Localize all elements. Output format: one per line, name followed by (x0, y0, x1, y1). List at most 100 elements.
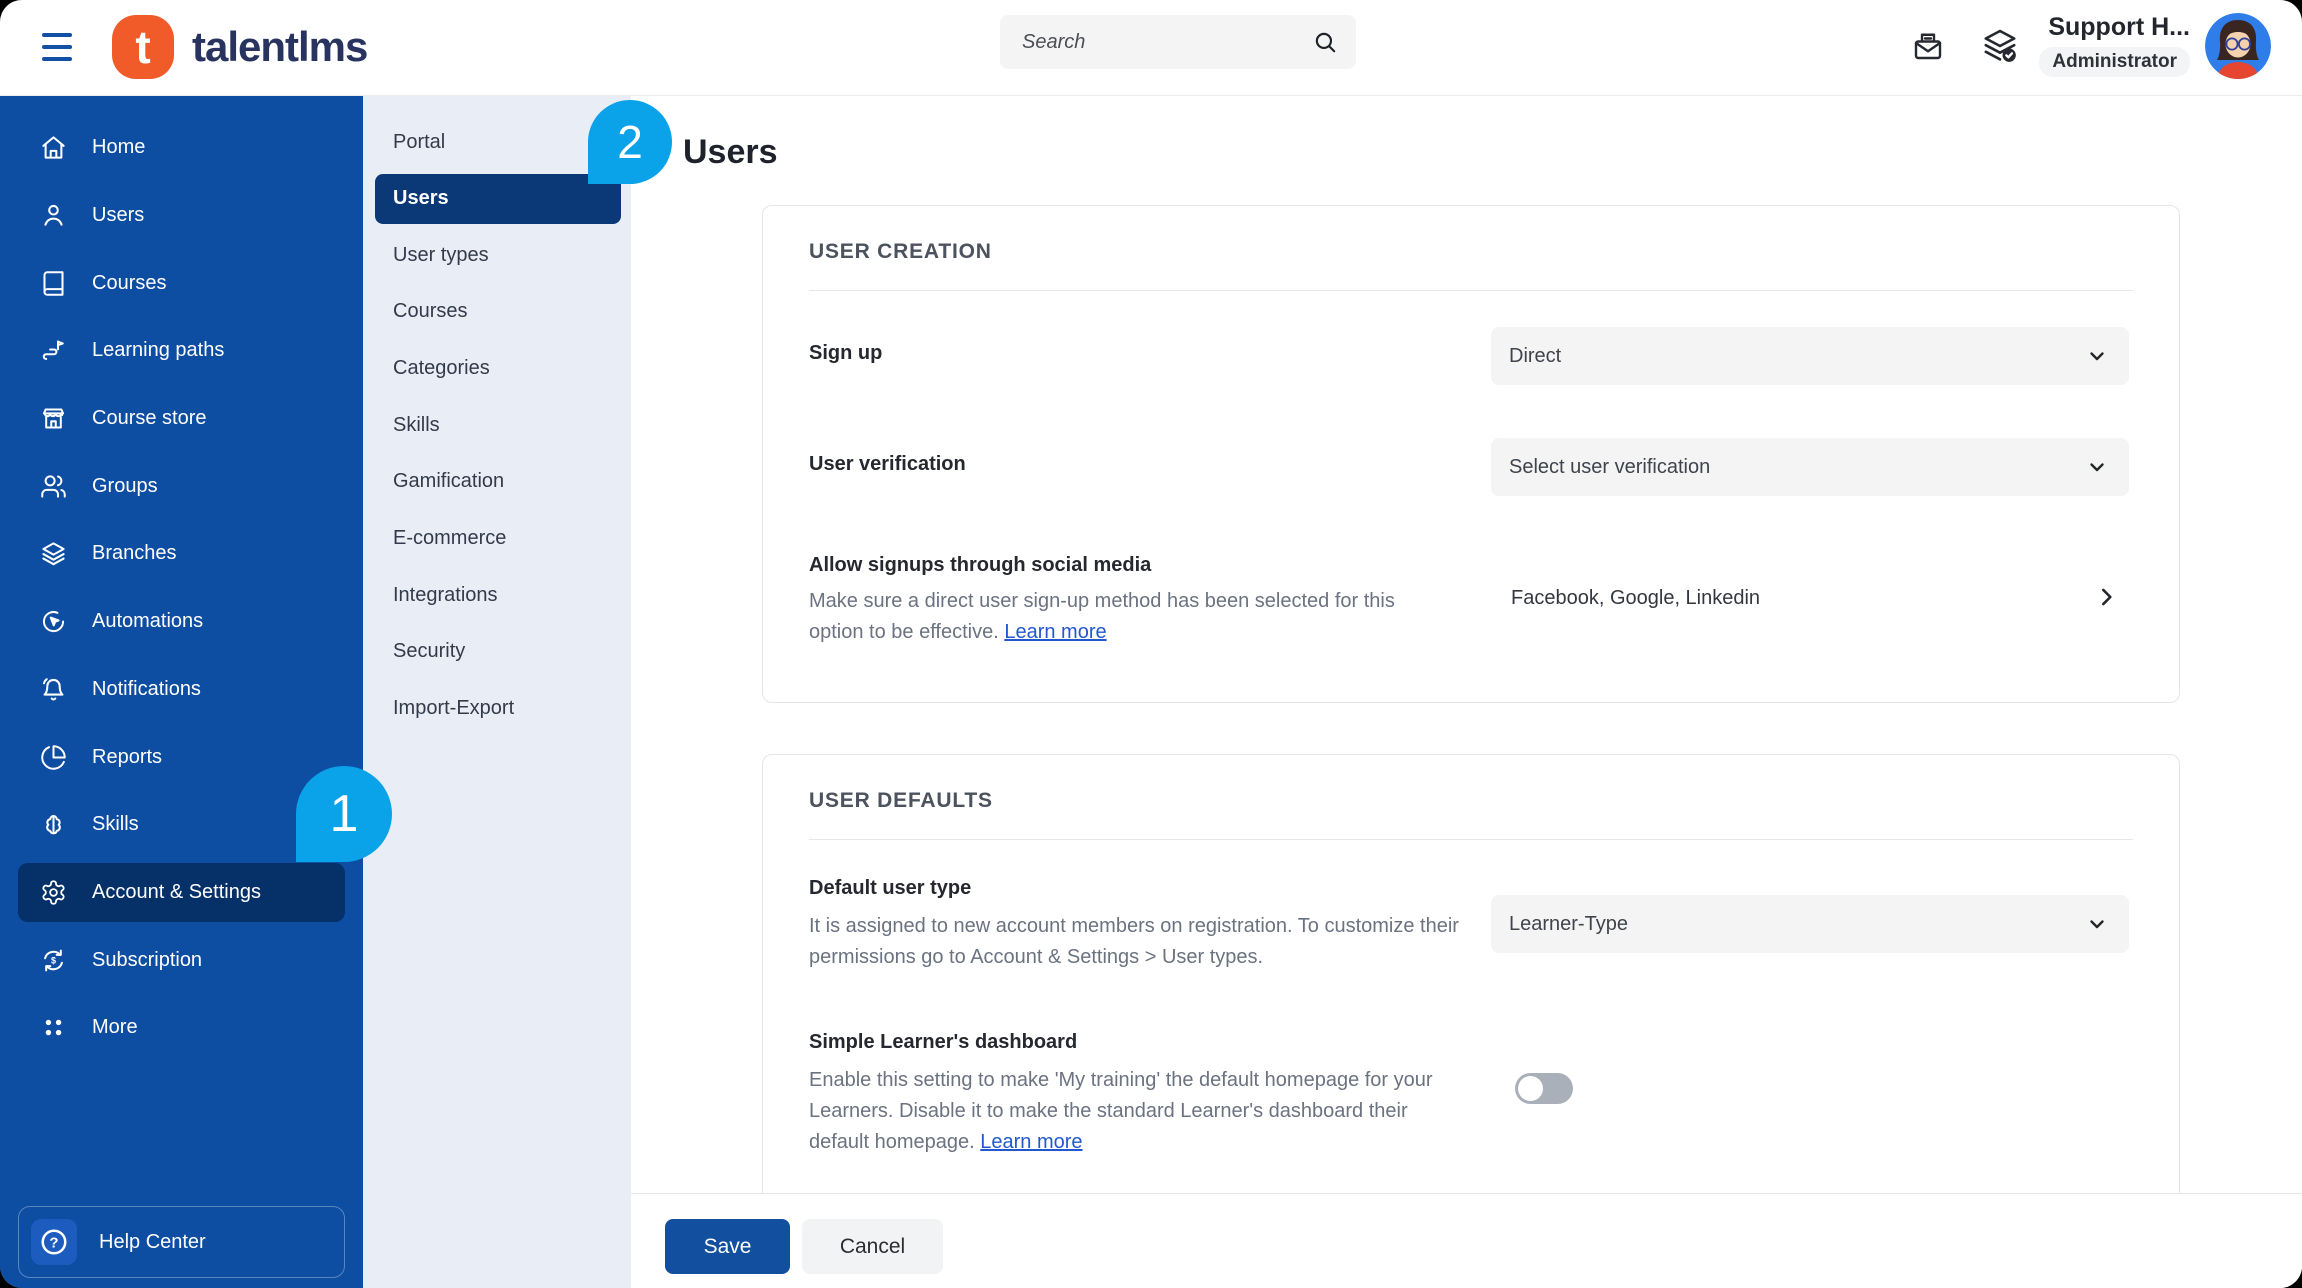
sidebar-item-label: Branches (92, 542, 177, 565)
sidebar-item-label: Account & Settings (92, 880, 261, 903)
divider (809, 839, 2133, 840)
sidebar-item-automations[interactable]: Automations (0, 588, 363, 656)
search-icon[interactable] (1312, 29, 1338, 55)
user-verification-select[interactable]: Select user verification (1491, 438, 2129, 496)
sign-up-select[interactable]: Direct (1491, 327, 2129, 385)
sidebar-item-course-store[interactable]: Course store (0, 385, 363, 453)
chevron-down-icon (2085, 455, 2109, 479)
sidebar: Home Users Courses Learning paths Course… (0, 95, 363, 1288)
user-verification-selected-value: Select user verification (1509, 455, 1711, 478)
sidebar-item-courses[interactable]: Courses (0, 249, 363, 317)
section-heading: USER CREATION (809, 240, 992, 263)
sidebar-item-groups[interactable]: Groups (0, 452, 363, 520)
default-user-type-selected-value: Learner-Type (1509, 912, 1628, 935)
automation-icon (40, 608, 67, 635)
sidebar-item-label: Reports (92, 745, 163, 768)
sidebar-item-learning-paths[interactable]: Learning paths (0, 317, 363, 385)
user-role-badge: Administrator (2039, 47, 2190, 77)
user-menu[interactable]: Support H... Administrator (2039, 13, 2190, 77)
course-catalog-icon[interactable] (1980, 26, 2020, 66)
simple-dashboard-label: Simple Learner's dashboard (809, 1031, 1078, 1053)
chevron-down-icon (2085, 344, 2109, 368)
store-icon (40, 405, 67, 432)
cancel-button[interactable]: Cancel (802, 1219, 943, 1274)
user-name: Support H... (2048, 13, 2190, 41)
page-title: Users (683, 133, 778, 171)
social-providers-value: Facebook, Google, Linkedin (1511, 587, 1761, 609)
learning-path-icon (40, 337, 67, 364)
gear-icon (40, 879, 67, 906)
sidebar-item-label: Learning paths (92, 339, 225, 362)
default-user-type-description: It is assigned to new account members on… (809, 915, 1459, 968)
talentlms-logo-icon: t (112, 15, 174, 79)
app-window: t talentlms Support H... Administrator H… (0, 0, 2302, 1288)
home-icon (40, 134, 67, 161)
bell-icon (40, 676, 67, 703)
subnav-item-import-export[interactable]: Import-Export (363, 680, 631, 737)
search-box (1000, 15, 1356, 69)
step-callout-1: 1 (296, 766, 392, 862)
search-input[interactable] (1020, 29, 1312, 55)
help-center-label: Help Center (99, 1230, 206, 1253)
user-verification-label: User verification (809, 453, 966, 475)
pie-chart-icon (40, 744, 67, 771)
messages-icon[interactable] (1910, 28, 1946, 64)
subnav-item-gamification[interactable]: Gamification (363, 453, 631, 510)
subnav-item-users[interactable]: Users (375, 173, 621, 224)
groups-icon (40, 473, 67, 500)
sidebar-item-account-settings[interactable]: Account & Settings (18, 862, 345, 922)
sign-up-label: Sign up (809, 342, 883, 364)
description-text: Enable this setting to make 'My training… (809, 1069, 1433, 1153)
subnav-item-ecommerce[interactable]: E-commerce (363, 510, 631, 567)
sign-up-selected-value: Direct (1509, 344, 1562, 367)
subnav-item-integrations[interactable]: Integrations (363, 567, 631, 624)
default-user-type-label: Default user type (809, 877, 972, 899)
svg-text:$: $ (51, 955, 56, 965)
learn-more-link[interactable]: Learn more (980, 1131, 1082, 1153)
sidebar-item-label: Notifications (92, 677, 201, 700)
sidebar-item-label: Users (92, 204, 145, 227)
subnav-item-user-types[interactable]: User types (363, 227, 631, 284)
simple-dashboard-toggle[interactable] (1515, 1073, 1573, 1104)
chevron-down-icon (2085, 912, 2109, 936)
chevron-right-icon[interactable] (2093, 584, 2119, 610)
svg-text:?: ? (49, 1235, 58, 1252)
user-icon (40, 202, 67, 229)
learn-more-link[interactable]: Learn more (1004, 621, 1106, 643)
sidebar-item-subscription[interactable]: $ Subscription (0, 926, 363, 994)
subnav-item-security[interactable]: Security (363, 624, 631, 681)
sidebar-item-label: Skills (92, 813, 139, 836)
menu-toggle-button[interactable] (42, 33, 72, 61)
subnav-item-courses[interactable]: Courses (363, 283, 631, 340)
sidebar-item-label: Course store (92, 407, 207, 430)
user-creation-card: USER CREATION Sign up Direct User verifi… (762, 205, 2180, 703)
sidebar-item-notifications[interactable]: Notifications (0, 656, 363, 724)
book-icon (40, 270, 67, 297)
main-content: Users USER CREATION Sign up Direct User … (631, 95, 2302, 1288)
sidebar-item-more[interactable]: More (0, 994, 363, 1062)
sidebar-item-branches[interactable]: Branches (0, 520, 363, 588)
sidebar-item-home[interactable]: Home (0, 114, 363, 182)
divider (809, 290, 2133, 291)
sidebar-item-users[interactable]: Users (0, 182, 363, 250)
sidebar-item-label: Courses (92, 271, 167, 294)
action-bar: Save Cancel (631, 1193, 2302, 1288)
subscription-icon: $ (40, 947, 67, 974)
avatar[interactable] (2205, 13, 2271, 79)
sidebar-item-help-center[interactable]: ? Help Center (18, 1206, 345, 1278)
section-heading: USER DEFAULTS (809, 789, 993, 812)
subnav-item-categories[interactable]: Categories (363, 340, 631, 397)
social-signups-description: Make sure a direct user sign-up method h… (809, 586, 1449, 648)
layers-icon (40, 540, 67, 567)
default-user-type-select[interactable]: Learner-Type (1491, 895, 2129, 953)
topbar: t talentlms Support H... Administrator (0, 0, 2302, 96)
sidebar-item-label: Subscription (92, 948, 203, 971)
brain-icon (40, 811, 67, 838)
step-callout-2: 2 (588, 100, 672, 184)
subnav-item-skills[interactable]: Skills (363, 397, 631, 454)
save-button[interactable]: Save (665, 1219, 790, 1274)
sidebar-item-label: Groups (92, 474, 158, 497)
brand-text: talentlms (192, 23, 368, 70)
talentlms-logo[interactable]: t talentlms (112, 15, 368, 79)
simple-dashboard-description: Enable this setting to make 'My training… (809, 1065, 1454, 1158)
